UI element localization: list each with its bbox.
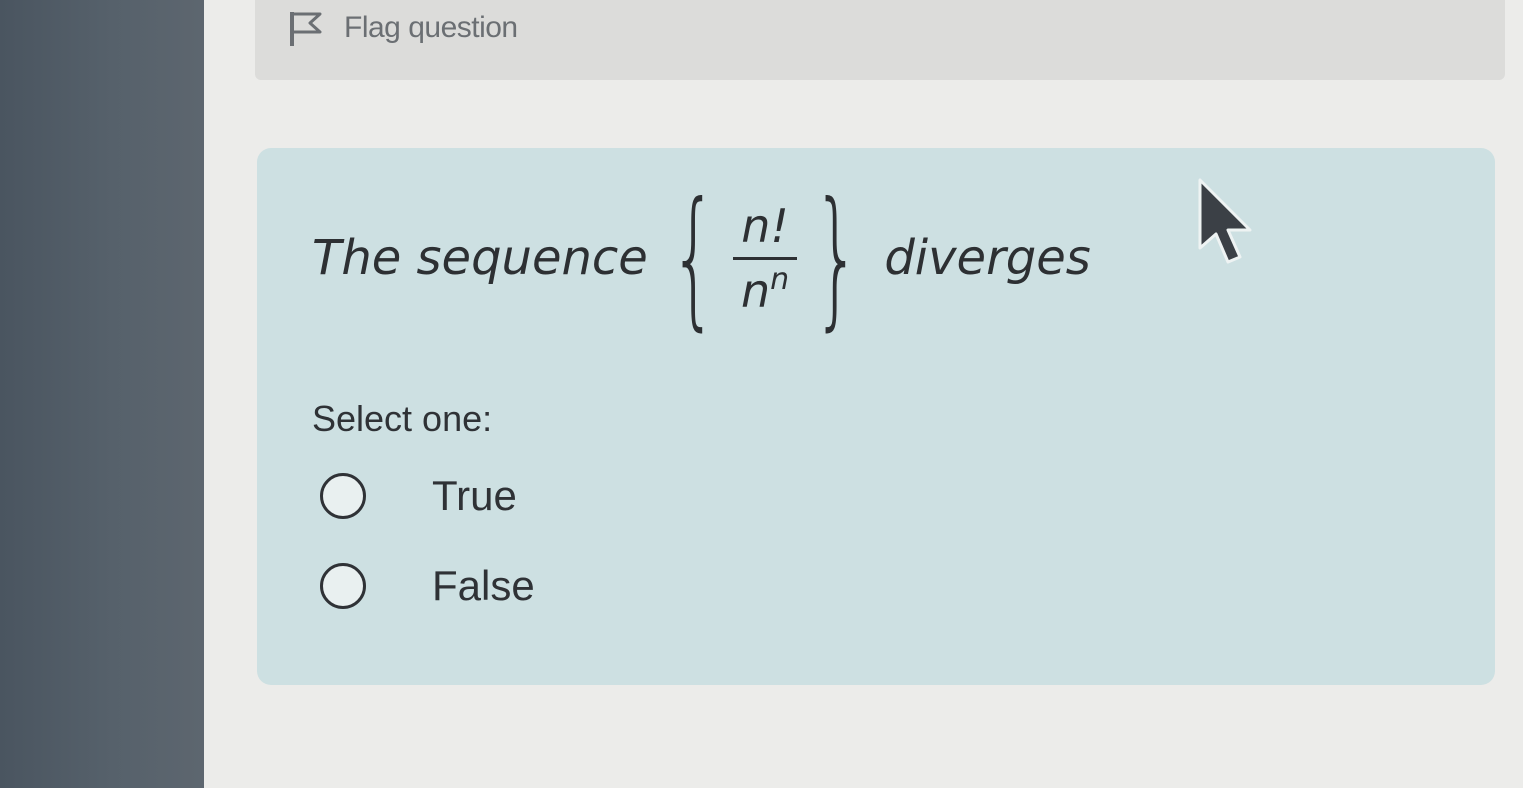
flag-question-link[interactable]: Flag question (286, 8, 518, 48)
flag-icon (290, 12, 322, 46)
radio-false[interactable] (320, 563, 366, 609)
fraction-numerator: n! (733, 199, 797, 260)
denominator-exponent: n (770, 261, 790, 297)
option-true[interactable]: True (320, 468, 517, 524)
question-text: The sequence { n! nn } diverges (312, 178, 1091, 338)
select-one-prompt: Select one: (312, 398, 493, 439)
question-text-after: diverges (884, 230, 1091, 286)
radio-true[interactable] (320, 473, 366, 519)
fraction-denominator: nn (741, 260, 789, 318)
left-brace: { (669, 171, 718, 345)
option-false[interactable]: False (320, 558, 535, 614)
question-text-before: The sequence (312, 230, 648, 286)
denominator-base: n (741, 263, 771, 318)
flag-question-label: Flag question (344, 11, 518, 44)
option-false-label[interactable]: False (432, 562, 535, 610)
option-true-label[interactable]: True (432, 472, 517, 520)
sequence-fraction: n! nn (733, 199, 797, 318)
right-brace: } (812, 171, 861, 345)
mouse-pointer-icon (1198, 178, 1252, 264)
left-sidebar (0, 0, 204, 788)
